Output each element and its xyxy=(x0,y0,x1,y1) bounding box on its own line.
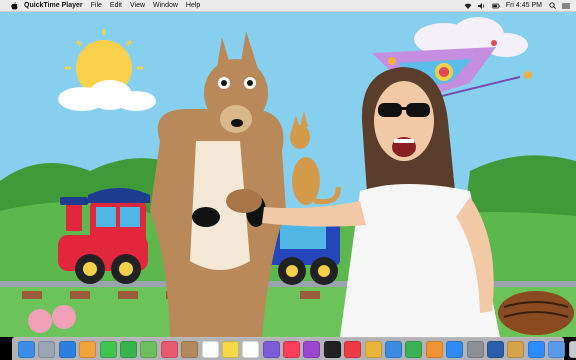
search-icon[interactable] xyxy=(548,2,556,9)
dock-tv-icon[interactable] xyxy=(323,340,341,358)
dock-system-preferences-icon[interactable] xyxy=(466,340,484,358)
dock-maps-icon[interactable] xyxy=(140,340,158,358)
menu-edit[interactable]: Edit xyxy=(110,2,122,9)
video-frame[interactable] xyxy=(0,11,576,337)
dock-pages-icon[interactable] xyxy=(425,340,443,358)
dock-app-store-icon[interactable] xyxy=(446,340,464,358)
dock-numbers-icon[interactable] xyxy=(405,340,423,358)
train-engine xyxy=(58,188,150,284)
dock-safari-icon[interactable] xyxy=(58,340,76,358)
battery-icon[interactable] xyxy=(491,3,500,9)
menu-window[interactable]: Window xyxy=(153,2,178,9)
dock-facetime-icon[interactable] xyxy=(119,340,137,358)
dock-quicktime-icon[interactable] xyxy=(486,340,504,358)
dock-keynote-icon[interactable] xyxy=(385,340,403,358)
dock-calendar-icon[interactable] xyxy=(201,340,219,358)
dock-finder-icon[interactable] xyxy=(18,340,35,358)
dock-photos-icon[interactable] xyxy=(79,340,97,358)
dock-music-icon[interactable] xyxy=(283,340,301,358)
dock-contacts-icon[interactable] xyxy=(181,340,199,358)
dock-launchpad-icon[interactable] xyxy=(38,340,56,358)
dock-preview-icon[interactable] xyxy=(507,340,525,358)
dock-podcasts-icon[interactable] xyxy=(303,340,321,358)
dock-chrome-icon[interactable] xyxy=(364,340,382,358)
wifi-icon[interactable] xyxy=(464,3,472,9)
dock-news-icon[interactable] xyxy=(344,340,362,358)
dock xyxy=(12,337,576,360)
dock-notes-icon[interactable] xyxy=(221,340,239,358)
menu-clock[interactable]: Fri 4:45 PM xyxy=(506,2,542,9)
menu-view[interactable]: View xyxy=(130,2,145,9)
dock-photos-app-icon[interactable] xyxy=(160,340,178,358)
log-decoration xyxy=(498,291,574,335)
menu-bar: QuickTime Player File Edit View Window H… xyxy=(0,0,576,12)
dock-finder-2-icon[interactable] xyxy=(548,340,566,358)
dock-imovie-icon[interactable] xyxy=(262,340,280,358)
control-center-icon[interactable] xyxy=(562,3,570,9)
dock-messages-icon[interactable] xyxy=(99,340,117,358)
menu-file[interactable]: File xyxy=(91,2,102,9)
apple-icon[interactable] xyxy=(10,1,18,10)
dock-trash-icon[interactable] xyxy=(568,340,576,358)
dock-zoom-icon[interactable] xyxy=(527,340,545,358)
menu-help[interactable]: Help xyxy=(186,2,200,9)
volume-icon[interactable] xyxy=(477,2,486,9)
dock-reminders-icon[interactable] xyxy=(242,340,260,358)
video-content-image xyxy=(0,11,576,337)
app-menu[interactable]: QuickTime Player xyxy=(24,2,83,9)
